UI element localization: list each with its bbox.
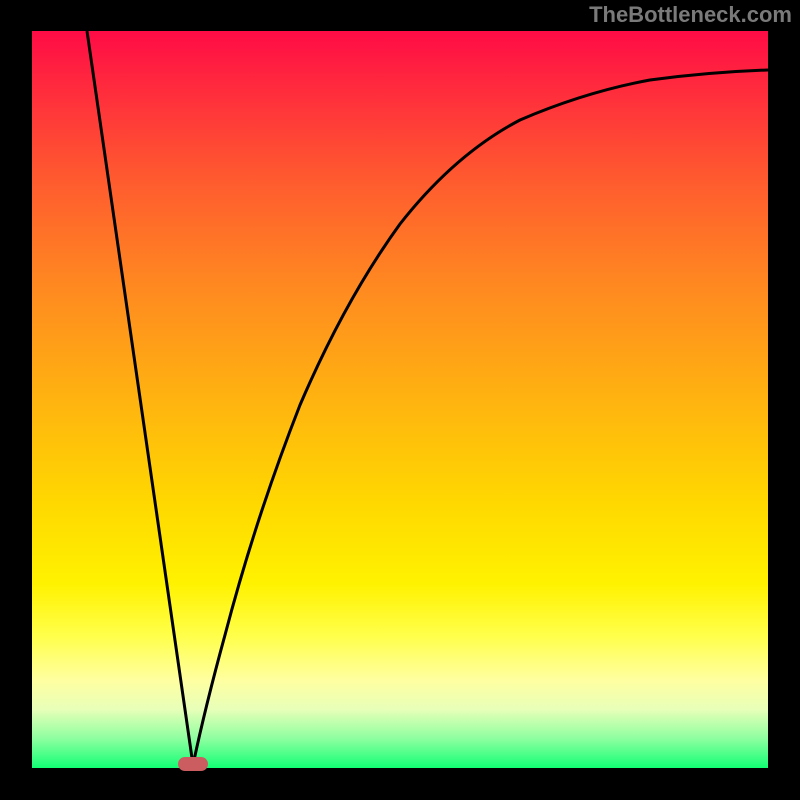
curve-right-branch <box>193 70 768 765</box>
curve-left-branch <box>87 31 193 765</box>
bottleneck-curve <box>0 0 800 800</box>
watermark-text: TheBottleneck.com <box>589 2 792 28</box>
minimum-marker <box>178 757 208 771</box>
